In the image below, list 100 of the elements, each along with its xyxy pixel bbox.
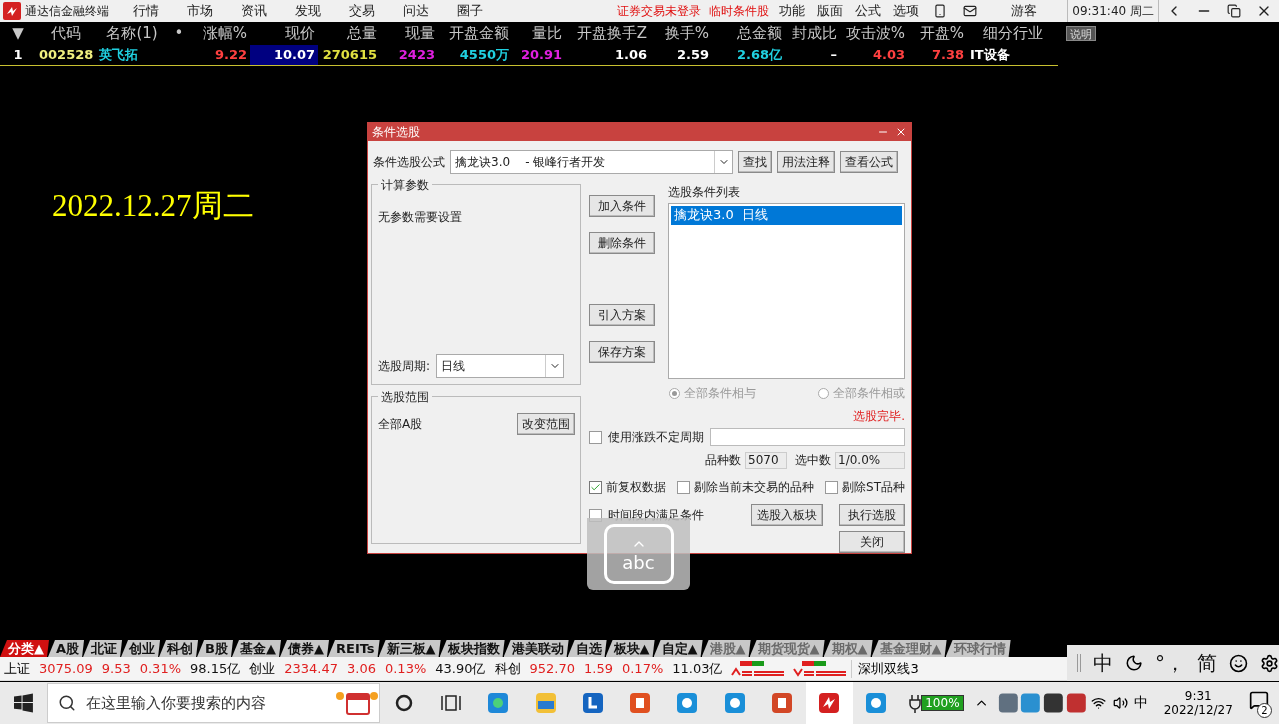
column-header[interactable]: 开盘金额	[438, 23, 512, 43]
browser-icon[interactable]	[675, 691, 700, 715]
dialog-button[interactable]: 执行选股	[839, 504, 905, 526]
menu-item[interactable]: 发现	[281, 2, 335, 20]
period-dropdown[interactable]: 日线	[436, 354, 565, 378]
input-method-indicator[interactable]: 中	[1127, 694, 1154, 712]
browser-icon[interactable]	[722, 691, 747, 715]
close-button[interactable]: 关闭	[839, 531, 905, 553]
menu-item[interactable]: 选项	[887, 2, 926, 20]
browser-icon[interactable]	[864, 691, 889, 715]
dialog-button[interactable]: 查找	[738, 151, 772, 173]
formula-dropdown[interactable]: 擒龙诀3.0 - 银峰行者开发	[450, 150, 733, 174]
menu-item[interactable]: 市场	[173, 2, 227, 20]
category-tab[interactable]: 分类▲	[0, 640, 49, 657]
restore-icon[interactable]	[1227, 4, 1241, 18]
column-header[interactable]: 细分行业	[967, 23, 1058, 43]
menu-notice[interactable]: 临时条件股	[705, 2, 774, 20]
input-field[interactable]	[710, 428, 905, 446]
dialog-button[interactable]: 引入方案	[589, 304, 655, 326]
checkbox[interactable]	[589, 430, 602, 444]
tray-app-icon[interactable]	[1064, 691, 1088, 715]
menu-item[interactable]: 行情	[119, 2, 173, 20]
column-header[interactable]: 开盘%	[908, 23, 967, 43]
category-tab[interactable]: 板块指数	[439, 640, 505, 657]
list-item[interactable]: 擒龙诀3.0 日线	[671, 206, 902, 225]
dialog-button[interactable]: 删除条件	[589, 232, 655, 254]
phone-icon[interactable]	[933, 4, 948, 18]
category-tab[interactable]: 自定▲	[653, 640, 703, 657]
windows-start-icon[interactable]	[14, 693, 33, 713]
settings-icon[interactable]	[1259, 652, 1279, 674]
menu-item[interactable]: 资讯	[227, 2, 281, 20]
column-header[interactable]: 总金额	[712, 23, 785, 43]
column-header[interactable]: 现量	[380, 23, 438, 43]
column-header[interactable]: 代码	[36, 23, 96, 43]
menu-item[interactable]: 交易	[335, 2, 389, 20]
category-tab[interactable]: A股	[48, 640, 85, 657]
dialog-button[interactable]: 加入条件	[589, 195, 655, 217]
table-cell-text: –	[829, 45, 838, 64]
column-header[interactable]: 总量	[318, 23, 380, 43]
task-view-icon[interactable]	[440, 693, 463, 713]
change-range-button[interactable]: 改变范围	[517, 413, 575, 435]
column-header[interactable]: 量比	[512, 23, 565, 43]
app-logo-icon[interactable]	[817, 691, 842, 715]
wifi-icon[interactable]	[1091, 695, 1107, 711]
column-header[interactable]: 现价	[250, 23, 318, 43]
readonly-field: 5070	[745, 452, 787, 469]
category-tab[interactable]: 板块▲	[605, 640, 655, 657]
notification-button[interactable]: 2	[1242, 686, 1275, 720]
column-header[interactable]: 名称(1)	[96, 23, 168, 43]
column-header[interactable]: 封成比	[785, 23, 840, 43]
ime-option[interactable]: 简	[1196, 649, 1217, 677]
ime-option[interactable]: 中	[1092, 649, 1113, 677]
volume-icon[interactable]	[1112, 695, 1128, 711]
mail-icon[interactable]	[963, 4, 978, 18]
taskbar-clock[interactable]: 9:31 2022/12/27	[1153, 689, 1243, 717]
column-header[interactable]: 换手%	[650, 23, 712, 43]
category-tab[interactable]: 北证	[83, 640, 123, 657]
menu-item[interactable]: 公式	[849, 2, 888, 20]
category-tab[interactable]: 港美联动	[503, 640, 569, 657]
dialog-button[interactable]: 保存方案	[589, 341, 655, 363]
category-tab[interactable]: 基金▲	[232, 640, 281, 657]
moon-icon[interactable]	[1124, 653, 1143, 673]
folder-icon[interactable]	[533, 691, 558, 715]
category-tab[interactable]: REITs	[328, 640, 380, 657]
menu-item[interactable]: 功能	[773, 2, 812, 20]
office-icon[interactable]	[628, 691, 653, 715]
column-header[interactable]: ▼	[0, 24, 36, 42]
category-tab[interactable]: 新三板▲	[378, 640, 441, 657]
column-header[interactable]: 攻击波%	[840, 23, 908, 43]
category-tab[interactable]: 自选	[567, 640, 607, 657]
dialog-title: 条件选股	[372, 123, 421, 141]
dialog-button[interactable]: 用法注释	[777, 151, 835, 173]
smiley-icon[interactable]	[1228, 652, 1248, 674]
checkbox[interactable]	[589, 481, 602, 494]
help-button[interactable]: 说明	[1066, 25, 1096, 41]
field-label: 品种数	[705, 452, 741, 469]
group-title: 选股范围	[378, 389, 432, 406]
menu-item[interactable]: 版面	[811, 2, 850, 20]
browser-icon[interactable]	[486, 691, 511, 715]
shield-icon[interactable]	[580, 691, 605, 715]
menu-item[interactable]: 圈子	[443, 2, 497, 20]
category-tab[interactable]: 科创	[159, 640, 199, 657]
checkbox[interactable]	[677, 481, 690, 494]
column-header[interactable]: 涨幅%	[190, 23, 250, 43]
menu-notice[interactable]: 证券交易未登录	[613, 2, 706, 20]
presentation-icon[interactable]	[769, 691, 794, 715]
search-field[interactable]: 在这里输入你要搜索的内容	[46, 683, 381, 723]
category-tab[interactable]: B股	[197, 640, 233, 657]
column-header[interactable]: 开盘换手Z	[565, 23, 650, 43]
circle-icon[interactable]	[393, 693, 414, 713]
category-tab[interactable]: 创业	[121, 640, 161, 657]
column-header[interactable]: •	[168, 24, 190, 42]
menu-item[interactable]: 问达	[389, 2, 443, 20]
user-label[interactable]: 游客	[985, 2, 1068, 20]
dialog-button[interactable]: 选股入板块	[751, 504, 823, 526]
category-tab[interactable]: 债券▲	[280, 640, 329, 657]
tray-app-icon[interactable]	[1042, 691, 1065, 715]
dialog-button[interactable]: 查看公式	[840, 151, 898, 173]
ime-option[interactable]: °，	[1154, 649, 1185, 677]
checkbox[interactable]	[825, 481, 839, 494]
